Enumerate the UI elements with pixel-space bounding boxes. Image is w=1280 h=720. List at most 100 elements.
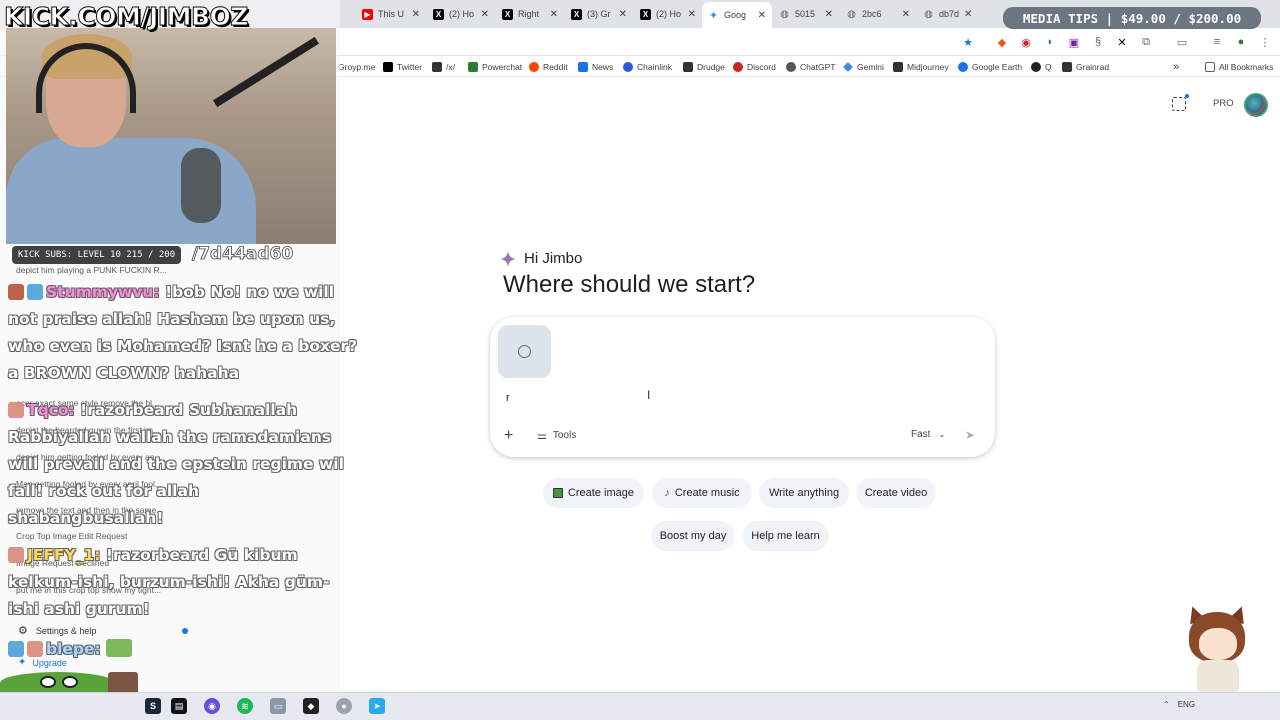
cast-icon[interactable]: ▭ (1175, 35, 1189, 49)
model-selector[interactable]: Fast ⌄ (911, 429, 945, 440)
chat-username: JEFFY_1: (27, 546, 101, 564)
bookmark-x[interactable]: /x/ (432, 60, 455, 74)
bookmark-label: Chainlink (637, 62, 672, 72)
audio-icon[interactable]: ◗ (1043, 35, 1057, 49)
webcam-feed (6, 28, 336, 244)
x-icon[interactable]: ✕ (1115, 35, 1129, 49)
chip-create-music[interactable]: ♪ Create music (652, 478, 752, 508)
tab-7[interactable]: ◍ 2bc6 ✕ (840, 3, 916, 25)
tab-5-active[interactable]: ✦ Goog ✕ (702, 2, 772, 28)
chevron-up-icon[interactable]: ⌃ (1163, 700, 1170, 709)
bookmark-label: Midjourney (907, 62, 949, 72)
bookmark-label: Grainrad (1076, 62, 1110, 72)
spotify-icon[interactable]: ≋ (237, 698, 253, 714)
bookmark-chainlink[interactable]: Chainlink (623, 60, 672, 74)
bookmark-label: Q (1045, 62, 1052, 72)
tab-6[interactable]: ◍ 5015 ✕ (773, 3, 839, 25)
tab-3[interactable]: X (3) Gr ✕ (565, 3, 633, 25)
puzzle-icon[interactable]: ⧉ (1139, 35, 1153, 49)
tab-2[interactable]: X Right ✕ (496, 3, 564, 25)
tools-button[interactable]: ⚌ Tools (537, 429, 576, 442)
close-icon[interactable]: ✕ (550, 9, 558, 20)
add-button[interactable]: + (504, 428, 513, 444)
close-icon[interactable]: ✕ (412, 9, 420, 20)
bookmarks-overflow-button[interactable]: » (1173, 60, 1179, 74)
guitar-icon: ♪ (664, 487, 670, 499)
chip-write-anything[interactable]: Write anything (759, 478, 849, 508)
tab-label: (2) Ho (449, 9, 475, 19)
chat-history-item[interactable]: Crop Top Image Edit Request (16, 531, 127, 541)
extension-icon[interactable]: § (1091, 35, 1105, 49)
midjourney-icon (893, 62, 903, 72)
bookmark-grainrad[interactable]: Grainrad (1062, 60, 1109, 74)
sub-url: /7d44ad60 (192, 244, 294, 265)
close-icon[interactable]: ✕ (825, 9, 833, 20)
send-button[interactable]: ➤ (965, 428, 975, 442)
tab-label: (3) Gr (587, 9, 611, 19)
tab-label: This U (378, 9, 405, 19)
close-icon[interactable]: ✕ (758, 10, 766, 21)
bookmark-twitter[interactable]: Twitter (383, 60, 422, 74)
bookmark-midjourney[interactable]: Midjourney (893, 60, 949, 74)
bookmark-groyp[interactable]: Groyp.me (338, 60, 375, 74)
tab-label: db7d (939, 9, 960, 19)
x-icon (383, 62, 393, 72)
drudge-icon (683, 62, 693, 72)
x-icon: X (571, 8, 582, 20)
app-icon[interactable]: ◆ (303, 698, 319, 714)
metamask-icon[interactable]: ◆ (995, 35, 1009, 49)
chip-help-me-learn[interactable]: Help me learn (742, 521, 829, 551)
bookmark-reddit[interactable]: Reddit (529, 60, 568, 74)
close-icon[interactable]: ✕ (688, 9, 696, 20)
settings-help-item[interactable]: ⚙ Settings & help (18, 624, 96, 637)
bookmark-drudge[interactable]: Drudge (683, 60, 725, 74)
tab-4[interactable]: X (2) Ho ✕ (634, 3, 702, 25)
upgrade-item[interactable]: ✦ Upgrade (18, 657, 67, 668)
all-bookmarks-label: All Bookmarks (1219, 62, 1274, 72)
bookmark-news[interactable]: News (578, 60, 613, 74)
menu-lines-icon[interactable]: ≡ (1210, 35, 1224, 49)
kebab-menu-icon[interactable]: ⋮ (1258, 35, 1272, 49)
chip-boost-my-day[interactable]: Boost my day (651, 521, 735, 551)
chip-create-video[interactable]: Create video (856, 478, 936, 508)
attachment-chip[interactable] (498, 325, 551, 378)
terminal-icon[interactable]: ▤ (171, 698, 187, 714)
tab-8[interactable]: ◍ db7d ✕ (917, 3, 971, 25)
bookmark-chatgpt[interactable]: ChatGPT (786, 60, 835, 74)
chat-username: blepe: (46, 640, 101, 658)
chat-history-item[interactable]: depict him playing a PUNK FUCKIN R... (16, 265, 167, 275)
bookmark-gemini[interactable]: Gemini (843, 60, 884, 74)
chatgpt-icon (786, 62, 796, 72)
avatar[interactable] (1244, 93, 1268, 117)
earth-icon (958, 62, 968, 72)
tab-1[interactable]: X (2) Ho ✕ (427, 3, 495, 25)
close-icon[interactable]: ✕ (619, 9, 627, 20)
extension-icon[interactable]: ◉ (1019, 35, 1033, 49)
chip-create-image[interactable]: Create image (543, 478, 644, 508)
greeting-text: Hi Jimbo (524, 250, 583, 267)
all-bookmarks-button[interactable]: All Bookmarks (1205, 60, 1273, 74)
bookmark-powerchat[interactable]: Powerchat (468, 60, 522, 74)
pro-badge[interactable]: PRO (1213, 98, 1234, 109)
bookmark-q[interactable]: Q (1031, 60, 1052, 74)
canvas-icon[interactable] (1172, 94, 1189, 111)
bookmark-discord[interactable]: Discord (733, 60, 776, 74)
bookmark-google-earth[interactable]: Google Earth (958, 60, 1022, 74)
close-icon[interactable]: ✕ (481, 9, 489, 20)
close-icon[interactable]: ✕ (902, 9, 910, 20)
tab-0[interactable]: ▶ This U ✕ (356, 3, 426, 25)
app-icon[interactable]: ● (336, 698, 352, 714)
steam-icon[interactable]: S (145, 698, 161, 714)
language-indicator[interactable]: ENG (1178, 700, 1195, 709)
bookmark-label: Discord (747, 62, 776, 72)
folder-icon[interactable]: ▭ (270, 698, 286, 714)
discord-icon[interactable]: ◉ (204, 698, 220, 714)
close-icon[interactable]: ✕ (964, 9, 971, 20)
powerchat-icon (468, 62, 478, 72)
pepe-emote-icon (106, 639, 133, 657)
prompt-input[interactable] (506, 389, 966, 407)
extension-icon[interactable]: ▣ (1067, 35, 1081, 49)
profile-icon[interactable]: ● (1234, 35, 1248, 49)
telegram-icon[interactable]: ➤ (369, 698, 385, 714)
star-icon[interactable]: ★ (961, 35, 975, 49)
